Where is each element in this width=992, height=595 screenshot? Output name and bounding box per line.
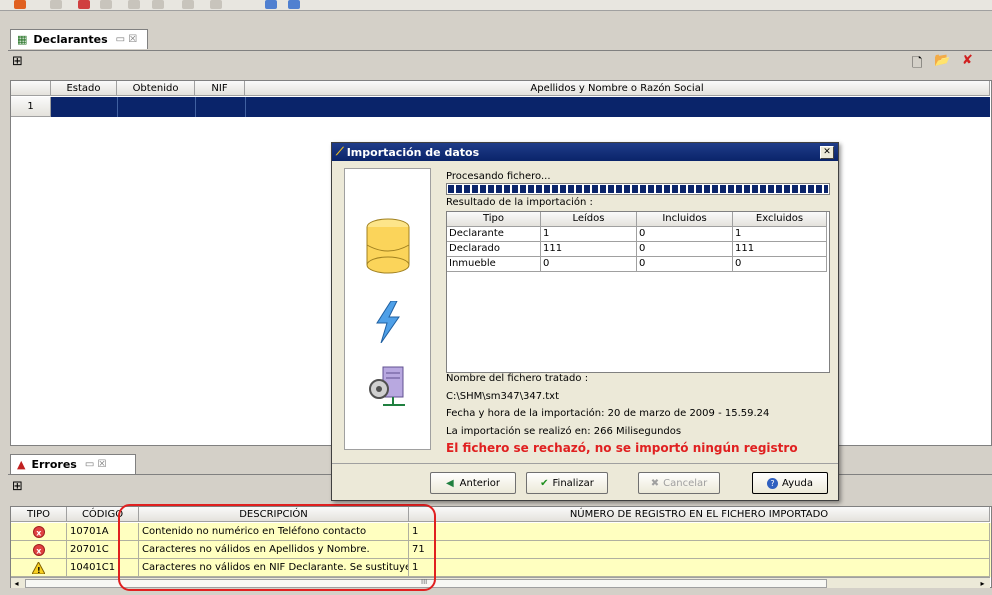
result-label: Resultado de la importación : — [446, 197, 593, 208]
arrow-left-icon: ◀ — [445, 477, 454, 489]
result-cell: 1 — [541, 227, 637, 242]
cancel-button-label: Cancelar — [663, 477, 708, 489]
delete-icon[interactable]: ✘ — [962, 53, 973, 68]
main-toolbar — [0, 0, 992, 11]
error-record-number: 71 — [409, 541, 990, 559]
new-document-icon[interactable]: 🗋 — [912, 54, 922, 76]
tab-window-icons[interactable]: ▭ ☒ — [116, 34, 138, 45]
errors-icon: ▲ — [17, 458, 26, 471]
toolbar-tool-icon[interactable] — [182, 0, 194, 9]
tab-window-icons[interactable]: ▭ ☒ — [85, 459, 107, 470]
finish-button[interactable]: ✔ Finalizar — [526, 472, 608, 494]
import-date: Fecha y hora de la importación: 20 de ma… — [446, 408, 770, 419]
column-header-apellidos[interactable]: Apellidos y Nombre o Razón Social — [245, 81, 990, 96]
result-cell: Declarado — [447, 242, 541, 257]
open-folder-icon[interactable]: 📂 — [934, 53, 950, 68]
lightning-icon — [376, 301, 400, 343]
rejected-message: El fichero se rechazó, no se importó nin… — [446, 441, 798, 455]
result-cell: 1 — [733, 227, 827, 242]
dialog-titlebar[interactable]: ⟋ Importación de datos ✕ — [332, 143, 838, 161]
result-cell: 0 — [637, 242, 733, 257]
result-column-header[interactable]: Excluidos — [733, 212, 827, 227]
column-header-numero-registro[interactable]: NÚMERO DE REGISTRO EN EL FICHERO IMPORTA… — [409, 507, 990, 522]
row-number[interactable]: 1 — [11, 97, 51, 117]
tab-label: Declarantes — [33, 33, 108, 46]
check-icon: ✔ — [540, 477, 549, 489]
error-type-cell: x — [11, 541, 67, 559]
table-row-selected[interactable] — [51, 97, 990, 117]
result-cell: 111 — [733, 242, 827, 257]
result-cell: 0 — [733, 257, 827, 272]
toolbar-tool-icon[interactable] — [288, 0, 300, 9]
column-header-obtenido[interactable]: Obtenido — [117, 81, 195, 96]
result-cell: Inmueble — [447, 257, 541, 272]
toolbar-tool-icon[interactable] — [152, 0, 164, 9]
result-cell: Declarante — [447, 227, 541, 242]
warning-icon: ! — [31, 560, 46, 575]
scroll-left-icon[interactable]: ◂ — [11, 578, 22, 589]
result-column-header[interactable]: Incluidos — [637, 212, 733, 227]
file-label: Nombre del fichero tratado : — [446, 373, 589, 384]
toolbar-tool-icon[interactable] — [78, 0, 90, 9]
previous-button[interactable]: ◀ Anterior — [430, 472, 516, 494]
app-icon[interactable] — [14, 0, 26, 9]
result-column-header[interactable]: Tipo — [447, 212, 541, 227]
error-type-cell: x — [11, 523, 67, 541]
database-icon — [366, 218, 410, 274]
error-icon: x — [32, 526, 45, 538]
processing-label: Procesando fichero... — [446, 171, 551, 182]
error-icon: x — [32, 544, 45, 556]
help-button-label: Ayuda — [782, 477, 813, 489]
toolbar-tool-icon[interactable] — [50, 0, 62, 9]
help-icon: ? — [767, 477, 779, 489]
file-path: C:\SHM\sm347\347.txt — [446, 391, 560, 402]
column-header-tipo[interactable]: TIPO — [11, 507, 67, 522]
row-number-header — [11, 81, 51, 96]
tree-icon[interactable]: ⊞ — [12, 54, 23, 69]
tree-icon[interactable]: ⊞ — [12, 479, 23, 494]
error-record-number: 1 — [409, 559, 990, 577]
close-icon[interactable]: ✕ — [820, 146, 834, 159]
toolbar-tool-icon[interactable] — [100, 0, 112, 9]
import-dialog: ⟋ Importación de datos ✕ Procesando fich… — [331, 142, 839, 501]
result-cell: 0 — [637, 227, 733, 242]
result-table: Tipo Leídos Incluidos Excluidos Declarante 1 0… — [446, 211, 830, 373]
error-type-cell: ! — [11, 559, 67, 577]
tab-label: Errores — [31, 458, 77, 471]
svg-text:x: x — [36, 529, 42, 538]
import-duration: La importación se realizó en: 266 Milise… — [446, 426, 682, 437]
toolbar-tool-icon[interactable] — [128, 0, 140, 9]
cancel-x-icon: ✖ — [650, 477, 660, 489]
toolbar-tool-icon[interactable] — [265, 0, 277, 9]
declarantes-tabbar — [8, 28, 992, 51]
dialog-app-icon: ⟋ — [336, 145, 344, 158]
scroll-right-icon[interactable]: ▸ — [977, 578, 988, 589]
help-button[interactable]: ? Ayuda — [752, 472, 828, 494]
table-icon: ▦ — [17, 33, 28, 46]
progress-bar — [446, 183, 830, 195]
dialog-title: Importación de datos — [346, 145, 480, 159]
result-cell: 111 — [541, 242, 637, 257]
tab-errores[interactable]: ▲ Errores ▭ ☒ — [10, 454, 136, 474]
result-column-header[interactable]: Leídos — [541, 212, 637, 227]
previous-button-label: Anterior — [459, 477, 501, 489]
tab-declarantes[interactable]: ▦ Declarantes ▭ ☒ — [10, 29, 148, 49]
finish-button-label: Finalizar — [552, 477, 594, 489]
highlight-annotation — [118, 504, 436, 591]
toolbar-tool-icon[interactable] — [210, 0, 222, 9]
cancel-button[interactable]: ✖ Cancelar — [638, 472, 720, 494]
svg-text:!: ! — [37, 566, 41, 574]
error-record-number: 1 — [409, 523, 990, 541]
column-header-nif[interactable]: NIF — [195, 81, 245, 96]
result-cell: 0 — [637, 257, 733, 272]
svg-text:x: x — [36, 547, 42, 556]
progress-fill — [448, 185, 828, 193]
dialog-image-panel — [344, 168, 431, 450]
server-gear-icon — [369, 366, 405, 406]
dialog-divider — [332, 463, 838, 464]
result-cell: 0 — [541, 257, 637, 272]
column-header-estado[interactable]: Estado — [51, 81, 117, 96]
